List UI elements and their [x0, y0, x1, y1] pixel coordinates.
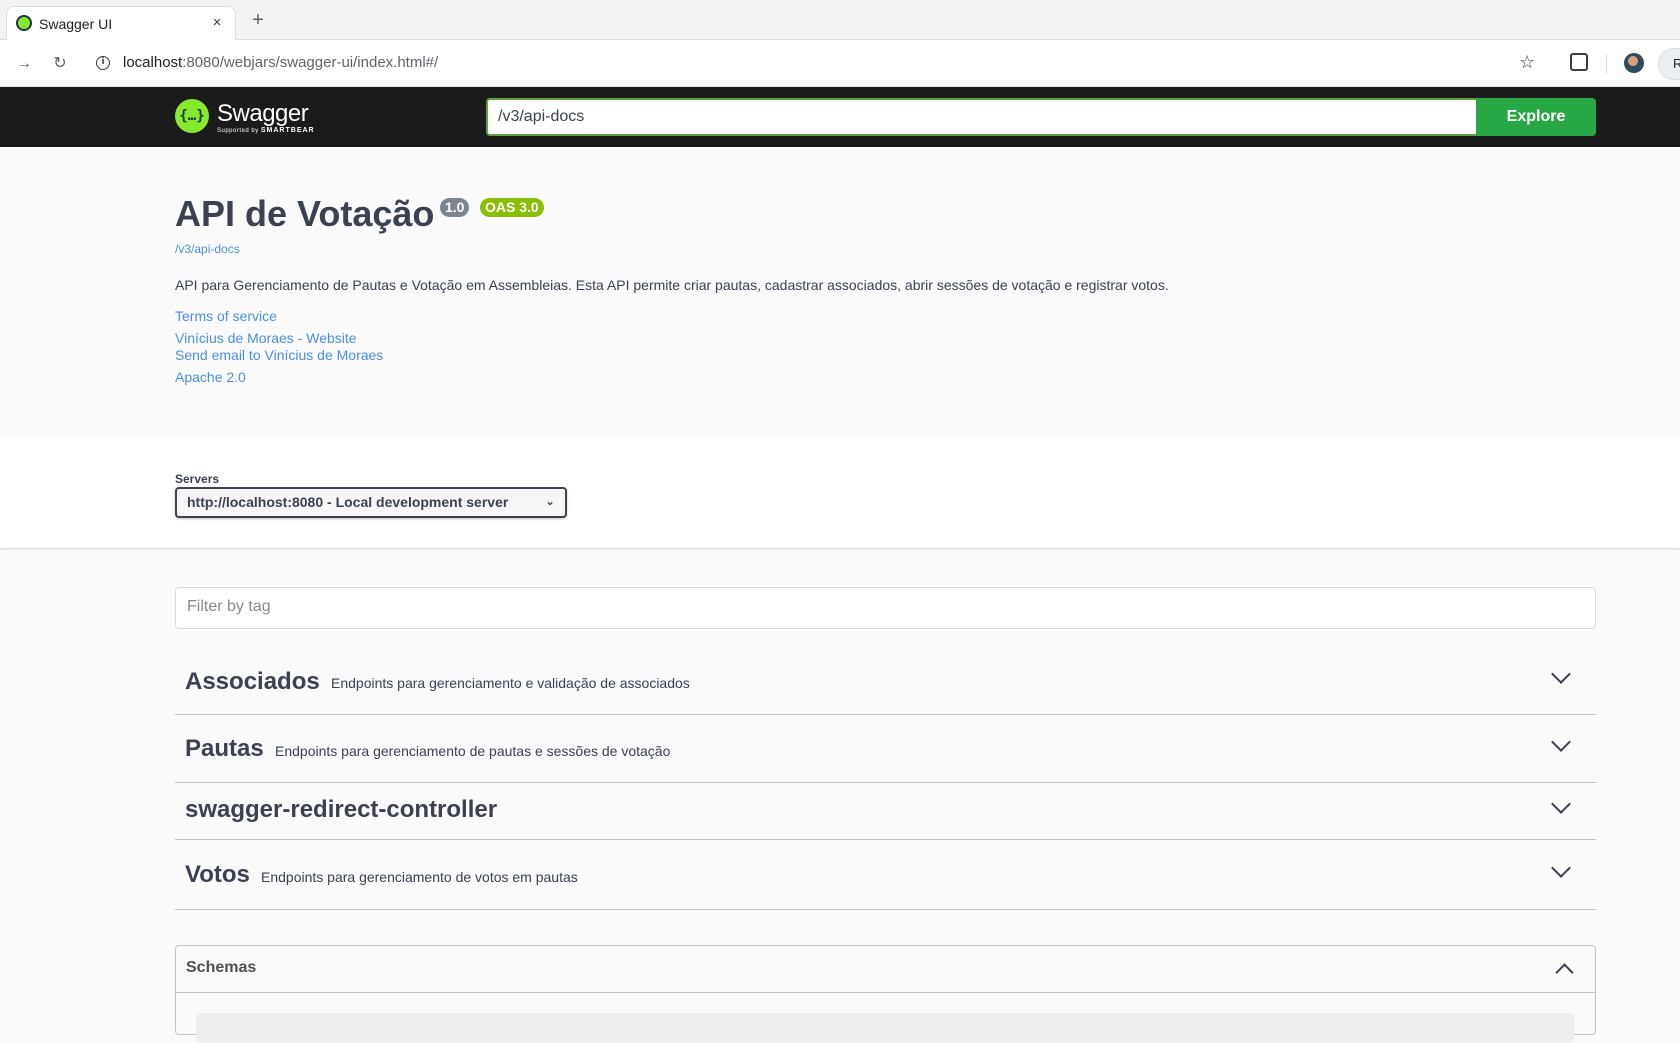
api-info: API de Votação 1.0 OAS 3.0 /v3/api-docs …	[0, 147, 1680, 439]
tag-description: Endpoints para gerenciamento de pautas e…	[275, 743, 671, 759]
contact-email-link[interactable]: Send email to Vinícius de Moraes	[175, 347, 383, 363]
servers-label: Servers	[175, 472, 220, 486]
bookmark-star-icon[interactable]: ☆	[1519, 53, 1535, 73]
chevron-down-icon[interactable]	[1551, 794, 1571, 814]
license-link[interactable]: Apache 2.0	[175, 369, 246, 385]
browser-toolbar: → ↻ i localhost:8080/webjars/swagger-ui/…	[0, 40, 1680, 87]
swagger-favicon-icon	[16, 15, 32, 31]
filter-by-tag-input[interactable]: Filter by tag	[175, 587, 1596, 629]
chevron-down-icon[interactable]	[1551, 732, 1571, 752]
api-description: API para Gerenciamento de Pautas e Votaç…	[175, 277, 1169, 293]
new-tab-button[interactable]: +	[246, 8, 270, 32]
contact-website-link[interactable]: Vinícius de Moraes - Website	[175, 330, 357, 346]
site-info-icon[interactable]: i	[96, 56, 110, 70]
swagger-logo[interactable]: {…} Swagger Supported by SMARTBEAR	[175, 97, 325, 137]
profile-avatar-icon[interactable]	[1624, 53, 1644, 73]
address-bar[interactable]: i localhost:8080/webjars/swagger-ui/inde…	[86, 46, 1556, 80]
browser-tabstrip: Swagger UI × +	[0, 0, 1680, 40]
reload-icon[interactable]: ↻	[46, 50, 74, 78]
swagger-logo-icon: {…}	[175, 99, 209, 133]
explore-button[interactable]: Explore	[1476, 98, 1596, 136]
tag-section-swagger-redirect-controller[interactable]: swagger-redirect-controller	[175, 783, 1596, 840]
servers-selected-value: http://localhost:8080 - Local developmen…	[187, 494, 509, 510]
close-tab-icon[interactable]: ×	[207, 13, 227, 33]
chevron-down-icon[interactable]	[1551, 664, 1571, 684]
schemas-title[interactable]: Schemas	[186, 959, 256, 977]
url-text[interactable]: localhost:8080/webjars/swagger-ui/index.…	[123, 54, 438, 71]
servers-section: Servers http://localhost:8080 - Local de…	[0, 439, 1680, 548]
tag-name[interactable]: Associados	[185, 668, 320, 696]
schemas-section: Schemas	[175, 945, 1596, 1043]
forward-arrow-icon[interactable]: →	[10, 50, 38, 78]
spec-url-input[interactable]: /v3/api-docs	[486, 98, 1476, 136]
spec-link[interactable]: /v3/api-docs	[175, 242, 240, 256]
tag-description: Endpoints para gerenciamento de votos em…	[261, 869, 578, 885]
version-badge: 1.0	[440, 198, 470, 217]
chevron-down-icon: ⌄	[544, 494, 555, 508]
tag-name[interactable]: Pautas	[185, 735, 264, 763]
extensions-icon[interactable]	[1570, 53, 1588, 71]
profile-chip[interactable]: R	[1658, 48, 1680, 80]
chevron-down-icon[interactable]	[1551, 858, 1571, 878]
browser-tab[interactable]: Swagger UI ×	[6, 6, 236, 40]
tag-section-associados[interactable]: Associados Endpoints para gerenciamento …	[175, 647, 1596, 715]
tag-description: Endpoints para gerenciamento e validação…	[331, 675, 690, 691]
chevron-up-icon[interactable]	[1555, 963, 1574, 982]
oas-badge: OAS 3.0	[480, 198, 544, 217]
tag-name[interactable]: swagger-redirect-controller	[185, 796, 497, 824]
swagger-logo-text: Swagger	[217, 100, 309, 127]
swagger-topbar: {…} Swagger Supported by SMARTBEAR /v3/a…	[0, 87, 1680, 147]
servers-select[interactable]: http://localhost:8080 - Local developmen…	[175, 487, 567, 518]
tag-section-pautas[interactable]: Pautas Endpoints para gerenciamento de p…	[175, 715, 1596, 783]
toolbar-divider	[1606, 54, 1607, 74]
api-title: API de Votação	[175, 193, 435, 234]
schemas-divider	[176, 992, 1595, 993]
terms-of-service-link[interactable]: Terms of service	[175, 308, 277, 324]
tab-title: Swagger UI	[39, 16, 113, 32]
tag-name[interactable]: Votos	[185, 861, 250, 889]
swagger-logo-subtitle: Supported by SMARTBEAR	[217, 127, 315, 134]
schema-item[interactable]	[196, 1013, 1574, 1043]
tag-section-votos[interactable]: Votos Endpoints para gerenciamento de vo…	[175, 840, 1596, 910]
